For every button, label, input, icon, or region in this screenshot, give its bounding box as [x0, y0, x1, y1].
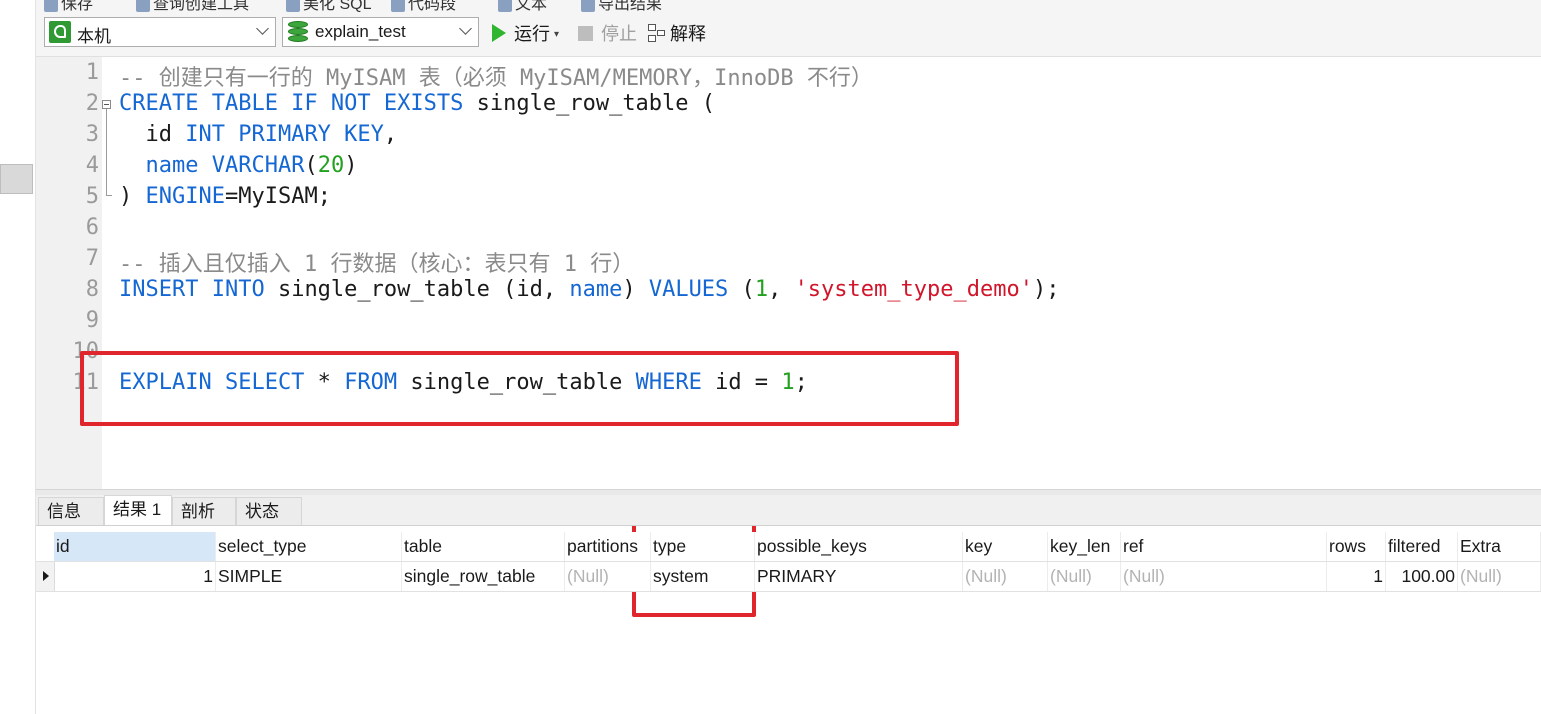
left-panel-tab[interactable] — [0, 164, 33, 194]
run-label: 运行 — [514, 24, 550, 44]
explain-button[interactable]: 解释 — [648, 20, 706, 46]
code-line-7: -- 插入且仅插入 1 行数据（核心：表只有 1 行） — [119, 252, 635, 277]
column-header-table[interactable]: table — [402, 532, 565, 561]
save-icon — [44, 0, 58, 12]
tab-info[interactable]: 信息 — [38, 497, 104, 525]
database-icon — [288, 21, 308, 43]
tab-result-1[interactable]: 结果 1 — [104, 495, 172, 525]
column-header-select-type[interactable]: select_type — [216, 532, 402, 561]
row-header-corner — [36, 532, 55, 561]
grid-header-row: id select_type table partitions type pos… — [36, 532, 1541, 562]
mysql-dolphin-icon — [49, 21, 71, 43]
fold-guide-end — [106, 195, 112, 196]
cell-id[interactable]: 1 — [54, 562, 216, 591]
run-dropdown-caret-icon[interactable]: ▾ — [554, 29, 559, 40]
column-header-type[interactable]: type — [651, 532, 755, 561]
code-line-2: CREATE TABLE IF NOT EXISTS single_row_ta… — [119, 91, 716, 116]
database-value: explain_test — [315, 22, 406, 41]
code-line-1: -- 创建只有一行的 MyISAM 表（必须 MyISAM/MEMORY，Inn… — [119, 66, 873, 91]
chevron-down-icon — [256, 22, 269, 35]
column-header-key-len[interactable]: key_len — [1048, 532, 1121, 561]
column-header-filtered[interactable]: filtered — [1386, 532, 1458, 561]
line-number: 4 — [85, 153, 99, 178]
cell-extra[interactable]: (Null) — [1458, 562, 1541, 591]
query-builder-icon — [136, 0, 150, 12]
line-number: 6 — [85, 215, 99, 240]
beautify-icon — [286, 0, 300, 12]
chevron-down-icon — [459, 22, 472, 35]
code-line-8: INSERT INTO single_row_table (id, name) … — [119, 277, 1060, 302]
column-header-possible-keys[interactable]: possible_keys — [755, 532, 963, 561]
column-header-extra[interactable]: Extra — [1458, 532, 1541, 561]
cell-key[interactable]: (Null) — [963, 562, 1048, 591]
cell-ref[interactable]: (Null) — [1121, 562, 1327, 591]
cell-type[interactable]: system — [651, 562, 755, 591]
column-header-rows[interactable]: rows — [1327, 532, 1386, 561]
tab-profile[interactable]: 剖析 — [172, 497, 236, 525]
stop-icon — [578, 26, 593, 41]
code-snippet-icon — [391, 0, 405, 12]
query-toolbar: 本机 explain_test 运行 ▾ 停止 解释 — [36, 12, 1541, 57]
cell-select-type[interactable]: SIMPLE — [216, 562, 402, 591]
cell-possible-keys[interactable]: PRIMARY — [755, 562, 963, 591]
line-number: 7 — [85, 246, 99, 271]
cell-table[interactable]: single_row_table — [402, 562, 565, 591]
connection-value: 本机 — [77, 27, 111, 46]
tab-status[interactable]: 状态 — [236, 497, 302, 525]
cell-key-len[interactable]: (Null) — [1048, 562, 1121, 591]
table-row[interactable]: 1 SIMPLE single_row_table (Null) system … — [36, 562, 1541, 592]
run-button[interactable]: 运行 ▾ — [492, 20, 559, 46]
explain-icon — [648, 24, 666, 42]
database-select[interactable]: explain_test — [282, 17, 479, 47]
line-number: 1 — [85, 60, 99, 85]
line-number: 3 — [85, 122, 99, 147]
fold-toggle-icon[interactable] — [102, 100, 111, 109]
fold-guide — [106, 109, 107, 195]
left-panel-strip — [0, 0, 36, 714]
connection-select[interactable]: 本机 — [44, 17, 276, 47]
code-line-4: name VARCHAR(20) — [145, 153, 358, 178]
column-header-partitions[interactable]: partitions — [565, 532, 651, 561]
line-number: 2 — [85, 91, 99, 116]
line-number: 5 — [85, 184, 99, 209]
code-line-5: ) ENGINE=MyISAM; — [119, 184, 331, 209]
stop-label: 停止 — [601, 24, 637, 44]
column-header-key[interactable]: key — [963, 532, 1048, 561]
column-header-id[interactable]: id — [54, 532, 216, 561]
export-icon — [581, 0, 595, 12]
cell-filtered[interactable]: 100.00 — [1386, 562, 1458, 591]
text-icon — [498, 0, 512, 12]
explain-label: 解释 — [670, 24, 706, 44]
explain-statement-highlight — [80, 351, 959, 426]
stop-button[interactable]: 停止 — [578, 20, 637, 46]
cell-rows[interactable]: 1 — [1327, 562, 1386, 591]
line-number: 8 — [85, 277, 99, 302]
line-number: 9 — [85, 308, 99, 333]
result-tabbar: 信息 结果 1 剖析 状态 — [36, 495, 1541, 526]
current-row-marker-icon — [36, 562, 55, 591]
cell-partitions[interactable]: (Null) — [565, 562, 651, 591]
column-header-ref[interactable]: ref — [1121, 532, 1327, 561]
play-icon — [492, 24, 506, 42]
code-line-3: id INT PRIMARY KEY, — [119, 122, 398, 147]
